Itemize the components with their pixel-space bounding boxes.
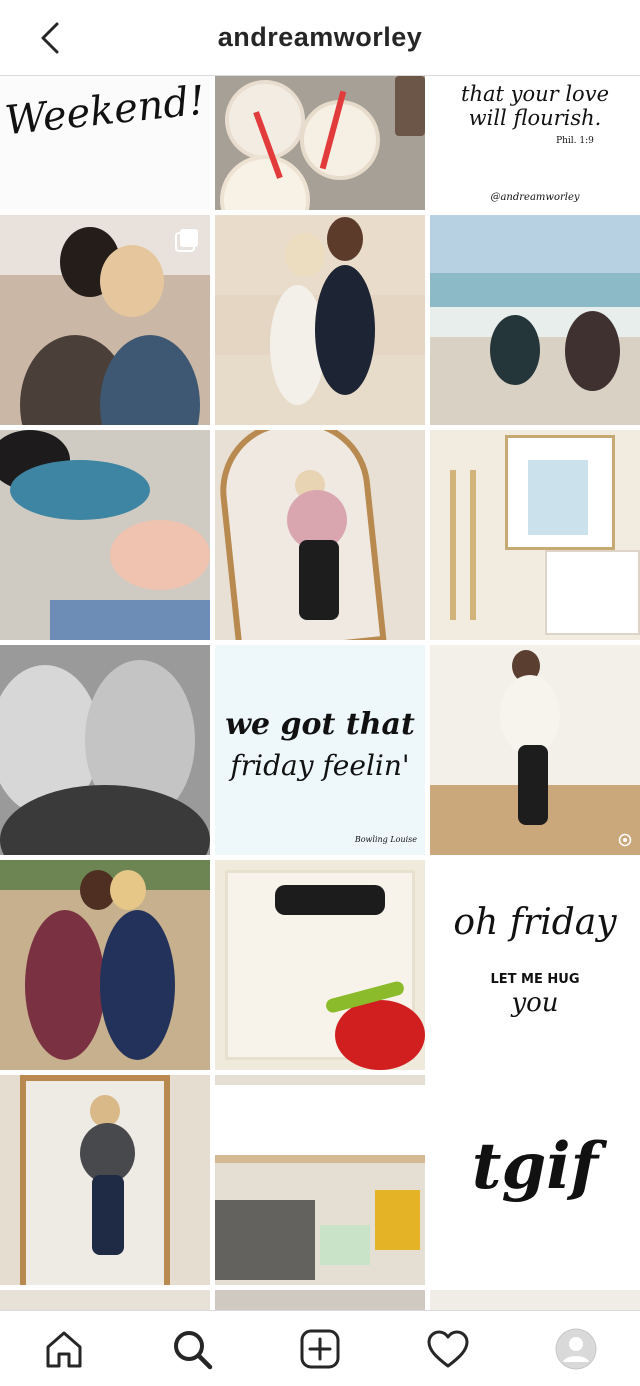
add-post-icon <box>300 1329 340 1369</box>
post-signature: Bowling Louise <box>354 835 417 844</box>
post-text-line3: you <box>511 988 559 1018</box>
post-tile-mirror-selfie-gingham[interactable] <box>0 1075 210 1285</box>
post-tile-drinks[interactable] <box>215 76 425 210</box>
post-tile-mirror-selfie-cardigan[interactable] <box>430 645 640 855</box>
post-tile-oh-friday[interactable]: oh friday LET ME HUG you <box>430 860 640 1070</box>
post-tile-jewelry-drawer[interactable] <box>430 430 640 640</box>
post-text-line1: oh friday <box>453 902 617 943</box>
post-tile-sand-hand[interactable] <box>0 430 210 640</box>
post-tile-pantry[interactable] <box>215 1075 425 1285</box>
tab-search[interactable] <box>168 1325 216 1373</box>
profile-username-title: andreamworley <box>217 22 423 52</box>
post-tile-kids-beach[interactable] <box>430 215 640 425</box>
multiple-photos-icon <box>390 1089 413 1112</box>
post-tile-row7-a[interactable] <box>0 1290 210 1310</box>
post-tile-verse[interactable]: that your love will flourish. Phil. 1:9 … <box>430 76 640 210</box>
post-tile-row7-b[interactable] <box>215 1290 425 1310</box>
home-icon <box>46 1331 82 1368</box>
post-tile-couple-field[interactable] <box>0 860 210 1070</box>
video-indicator-icon <box>618 833 632 847</box>
post-tile-weekend[interactable]: Weekend! <box>0 76 210 210</box>
tab-profile[interactable] <box>552 1325 600 1373</box>
post-tile-friday-feelin[interactable]: we got that friday feelin' Bowling Louis… <box>215 645 425 855</box>
post-tile-tgif[interactable]: tgif <box>430 1075 640 1285</box>
post-text-line2: LET ME HUG <box>490 972 580 987</box>
post-tile-mirror-selfie-pink[interactable] <box>215 430 425 640</box>
post-tile-selfie-bw[interactable] <box>0 645 210 855</box>
bottom-tab-bar <box>0 1310 640 1386</box>
multiple-photos-icon <box>175 229 198 252</box>
post-text: that your love will flourish. <box>461 82 609 130</box>
search-icon <box>174 1331 213 1370</box>
profile-avatar <box>555 1328 597 1370</box>
posts-grid: Weekend! that your love will flourish. P… <box>0 76 640 1310</box>
post-text-line1: we got that <box>225 707 415 742</box>
post-text-line2: friday feelin' <box>230 749 410 782</box>
post-tile-couple-beach[interactable] <box>215 215 425 425</box>
tab-new-post[interactable] <box>296 1325 344 1373</box>
tab-home[interactable] <box>40 1325 88 1373</box>
post-tile-drawer-organizer[interactable] <box>215 860 425 1070</box>
post-text: Weekend! <box>2 77 208 145</box>
post-text: tgif <box>471 1129 599 1204</box>
post-tile-friends-store[interactable] <box>0 215 210 425</box>
post-verse-ref: Phil. 1:9 <box>556 136 594 146</box>
post-handle: @andreamworley <box>490 192 580 203</box>
post-tile-row7-c[interactable] <box>430 1290 640 1310</box>
heart-icon <box>427 1330 469 1368</box>
tab-activity[interactable] <box>424 1325 472 1373</box>
top-header: andreamworley <box>0 0 640 76</box>
